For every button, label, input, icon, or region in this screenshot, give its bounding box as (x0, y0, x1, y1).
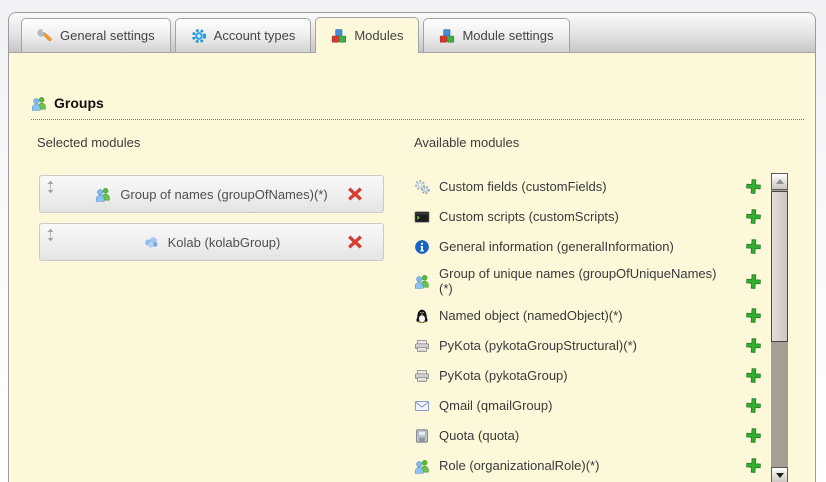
tab-label: General settings (60, 28, 155, 43)
add-module-button[interactable] (745, 457, 762, 474)
tab-label: Account types (214, 28, 296, 43)
module-label: Named object (namedObject)(*) (439, 308, 721, 323)
tab-module-settings[interactable]: Module settings (423, 18, 569, 52)
tab-account-types[interactable]: Account types (175, 18, 312, 52)
drag-handle-icon[interactable] (46, 180, 55, 194)
available-module-row: General information (generalInformation) (414, 236, 762, 257)
modules-cubes-icon (331, 28, 347, 44)
account-types-gear-icon (191, 28, 207, 44)
add-module-button[interactable] (745, 273, 762, 290)
terminal-icon (414, 209, 430, 225)
group-icon (414, 273, 430, 289)
info-icon (414, 239, 430, 255)
available-module-row: Group of unique names (groupOfUniqueName… (414, 266, 762, 296)
module-label: Kolab (kolabGroup) (168, 235, 281, 250)
available-module-row: Named object (namedObject)(*) (414, 305, 762, 326)
module-label: Custom fields (customFields) (439, 179, 721, 194)
scrollbar-down-button[interactable] (771, 467, 788, 482)
scrollbar-up-button[interactable] (771, 173, 788, 190)
printer-icon (414, 368, 430, 384)
available-module-row: Role (organizationalRole)(*) (414, 455, 762, 476)
module-label: PyKota (pykotaGroupStructural)(*) (439, 338, 721, 353)
up-arrow-icon (776, 179, 784, 184)
kolab-cloud-icon (143, 234, 159, 250)
section-header: Groups (31, 95, 804, 120)
module-label: Group of unique names (groupOfUniqueName… (439, 266, 721, 296)
group-icon (95, 186, 111, 202)
selected-module-row: Group of names (groupOfNames)(*) (39, 175, 384, 213)
module-label: Qmail (qmailGroup) (439, 398, 721, 413)
settings-panel: General settings Account types Modules Modu… (8, 12, 816, 482)
module-label: Custom scripts (customScripts) (439, 209, 721, 224)
available-modules-list: Custom fields (customFields) Custom scrip… (414, 176, 762, 482)
add-module-button[interactable] (745, 397, 762, 414)
section-title: Groups (54, 95, 104, 111)
module-label: General information (generalInformation) (439, 239, 721, 254)
available-modules-label: Available modules (414, 135, 519, 150)
disk-icon (414, 428, 430, 444)
remove-module-button[interactable] (347, 234, 363, 250)
available-module-row: Quota (quota) (414, 425, 762, 446)
module-label: Role (organizationalRole)(*) (439, 458, 721, 473)
available-module-row: Custom scripts (customScripts) (414, 206, 762, 227)
available-module-row: Custom fields (customFields) (414, 176, 762, 197)
available-module-row: PyKota (pykotaGroupStructural)(*) (414, 335, 762, 356)
remove-module-button[interactable] (347, 186, 363, 202)
add-module-button[interactable] (745, 238, 762, 255)
add-module-button[interactable] (745, 367, 762, 384)
printer-icon (414, 338, 430, 354)
tab-bar: General settings Account types Modules Modu… (9, 13, 815, 53)
available-module-row: Qmail (qmailGroup) (414, 395, 762, 416)
settings-page: General settings Account types Modules Modu… (0, 0, 826, 482)
wrench-icon (37, 28, 53, 44)
add-module-button[interactable] (745, 427, 762, 444)
module-label: PyKota (pykotaGroup) (439, 368, 721, 383)
selected-modules-list: Group of names (groupOfNames)(*) Kolab (k… (39, 175, 384, 271)
selected-modules-label: Selected modules (37, 135, 140, 150)
available-module-row: PyKota (pykotaGroup) (414, 365, 762, 386)
add-module-button[interactable] (745, 208, 762, 225)
group-icon (414, 458, 430, 474)
module-label: Quota (quota) (439, 428, 721, 443)
custom-fields-gears-icon (414, 179, 430, 195)
tab-label: Modules (354, 28, 403, 43)
envelope-icon (414, 398, 430, 414)
group-icon (31, 95, 47, 111)
tab-general-settings[interactable]: General settings (21, 18, 171, 52)
modules-cubes-icon (439, 28, 455, 44)
add-module-button[interactable] (745, 337, 762, 354)
scrollbar-track[interactable] (771, 342, 788, 467)
penguin-icon (414, 308, 430, 324)
down-arrow-icon (776, 473, 784, 478)
scrollbar (771, 173, 788, 482)
module-label: Group of names (groupOfNames)(*) (120, 187, 327, 202)
drag-handle-icon[interactable] (46, 228, 55, 242)
tab-modules[interactable]: Modules (315, 17, 419, 53)
tab-label: Module settings (462, 28, 553, 43)
selected-module-row: Kolab (kolabGroup) (39, 223, 384, 261)
add-module-button[interactable] (745, 307, 762, 324)
add-module-button[interactable] (745, 178, 762, 195)
scrollbar-thumb[interactable] (771, 191, 788, 342)
